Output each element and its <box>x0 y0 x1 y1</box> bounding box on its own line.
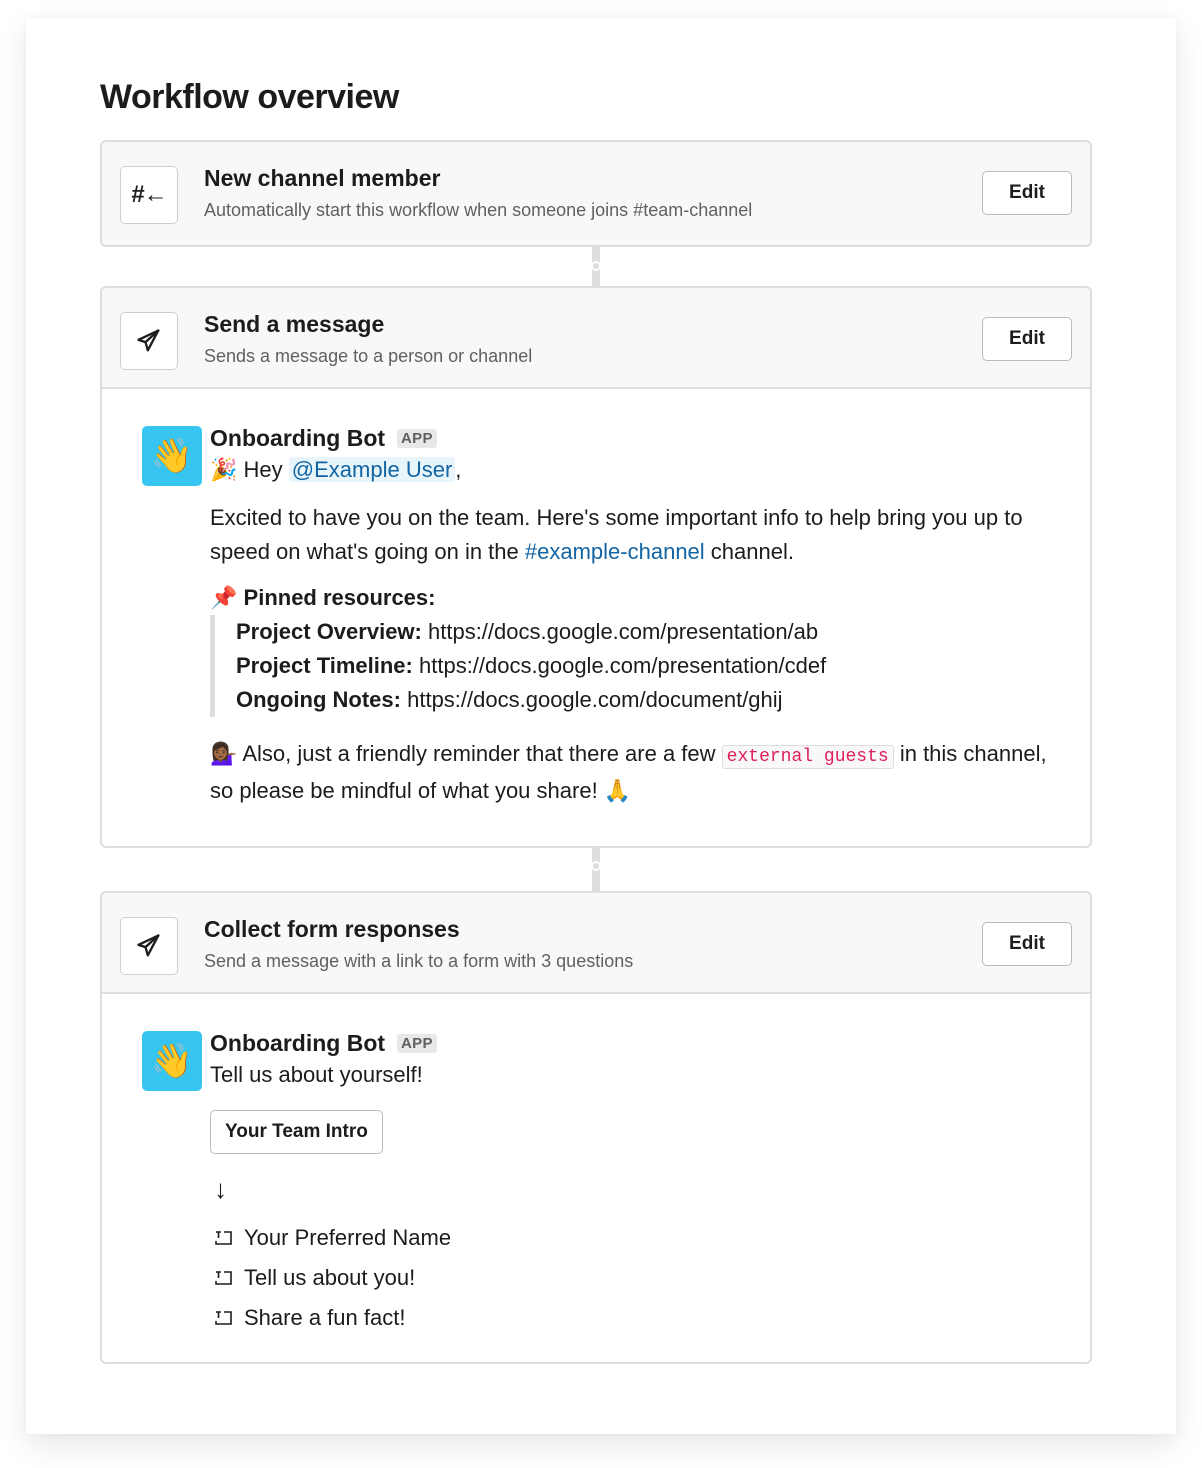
step-description: Sends a message to a person or channel <box>204 346 533 366</box>
step-header: Send a message Sends a message to a pers… <box>102 288 1090 389</box>
edit-button[interactable]: Edit <box>982 171 1072 215</box>
sender-row: Onboarding Bot APP <box>210 1028 1050 1058</box>
paper-plane-icon <box>120 917 178 975</box>
sender-name: Onboarding Bot <box>210 424 386 451</box>
step-title: Send a message <box>204 311 385 337</box>
page-title: Workflow overview <box>100 78 399 116</box>
waving-hand-icon: 👋 <box>150 437 194 475</box>
person-tipping-hand-icon: 💁🏾‍♀️ <box>210 741 238 766</box>
intro-paragraph: Excited to have you on the team. Here's … <box>210 505 1023 564</box>
step-header: #← New channel member Automatically star… <box>102 142 1090 245</box>
bot-avatar: 👋 <box>142 426 202 486</box>
arrow-down-icon: ↓ <box>214 1174 227 1204</box>
hash-join-icon: #← <box>120 166 178 224</box>
form-field: Tell us about you! <box>210 1258 1050 1298</box>
workflow-overview-page: Workflow overview #← New channel member … <box>26 18 1176 1434</box>
message-text: Tell us about yourself! <box>210 1062 423 1087</box>
text-field-icon <box>215 1231 232 1245</box>
text-field-icon <box>215 1311 232 1325</box>
step-title: Collect form responses <box>204 916 460 942</box>
step-new-channel-member: #← New channel member Automatically star… <box>100 140 1092 247</box>
resources-quote: Project Overview: https://docs.google.co… <box>210 615 1050 717</box>
form-field: Your Preferred Name <box>210 1218 1050 1258</box>
step-description: Automatically start this workflow when s… <box>204 200 753 220</box>
greeting-line: 🎉 Hey @Example User, <box>210 457 462 482</box>
reminder-paragraph: 💁🏾‍♀️ Also, just a friendly reminder tha… <box>210 741 1047 803</box>
resource-url[interactable]: https://docs.google.com/document/ghij <box>407 687 782 712</box>
step-description: Send a message with a link to a form wit… <box>204 951 634 971</box>
resource-item: Project Timeline: https://docs.google.co… <box>236 653 827 678</box>
pushpin-icon: 📌 <box>210 585 238 610</box>
waving-hand-icon: 👋 <box>150 1042 194 1080</box>
resource-item: Project Overview: https://docs.google.co… <box>236 619 819 644</box>
form-field: Share a fun fact! <box>210 1298 1050 1338</box>
app-badge: APP <box>397 428 437 448</box>
resource-url[interactable]: https://docs.google.com/presentation/ab <box>428 619 818 644</box>
resource-url[interactable]: https://docs.google.com/presentation/cde… <box>419 653 826 678</box>
user-mention[interactable]: @Example User <box>288 457 456 482</box>
message-content: Onboarding Bot APP 🎉 Hey @Example User, … <box>210 423 1050 808</box>
text-field-icon <box>215 1271 232 1285</box>
party-popper-icon: 🎉 <box>210 457 238 482</box>
app-badge: APP <box>397 1033 437 1053</box>
open-form-button[interactable]: Your Team Intro <box>210 1110 383 1154</box>
paper-plane-icon <box>120 312 178 370</box>
step-connector <box>591 247 601 287</box>
resource-item: Ongoing Notes: https://docs.google.com/d… <box>236 687 783 712</box>
step-send-message: Send a message Sends a message to a pers… <box>100 286 1092 848</box>
form-fields-list: Your Preferred Name Tell us about you! S… <box>210 1218 1050 1338</box>
step-title: New channel member <box>204 165 441 191</box>
step-header: Collect form responses Send a message wi… <box>102 893 1090 994</box>
pinned-heading: 📌 Pinned resources: <box>210 585 436 610</box>
channel-link[interactable]: #example-channel <box>525 539 705 564</box>
inline-code: external guests <box>721 745 894 769</box>
edit-button[interactable]: Edit <box>982 922 1072 966</box>
message-content: Onboarding Bot APP Tell us about yoursel… <box>210 1028 1050 1338</box>
edit-button[interactable]: Edit <box>982 317 1072 361</box>
sender-name: Onboarding Bot <box>210 1029 386 1056</box>
sender-row: Onboarding Bot APP <box>210 423 1050 453</box>
folded-hands-icon: 🙏 <box>603 778 632 803</box>
step-collect-form-responses: Collect form responses Send a message wi… <box>100 891 1092 1364</box>
connector-dot <box>591 261 601 271</box>
connector-dot <box>591 861 601 871</box>
step-connector <box>591 847 601 892</box>
bot-avatar: 👋 <box>142 1031 202 1091</box>
